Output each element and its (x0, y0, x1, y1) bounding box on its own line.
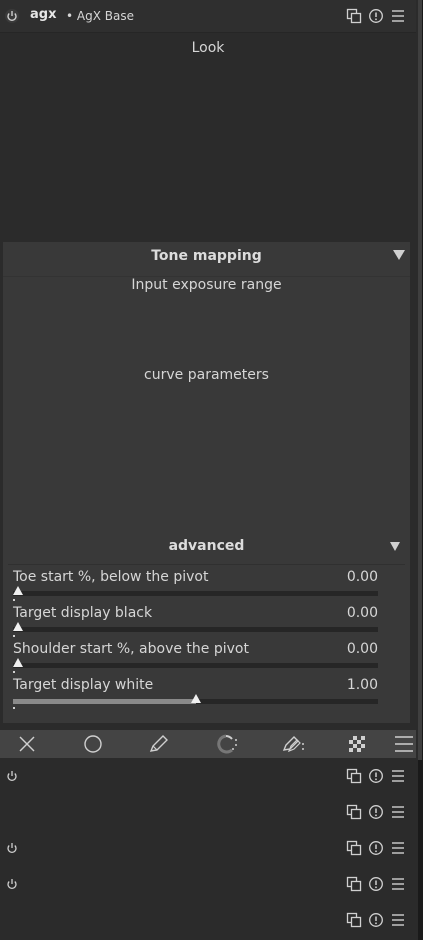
multi-instance-icon[interactable] (346, 840, 362, 856)
slider-default-marker (13, 671, 15, 673)
slider-default-marker (13, 707, 15, 709)
collapsed-module-row[interactable] (0, 758, 416, 794)
reset-icon[interactable] (368, 8, 384, 24)
slider-thumb[interactable] (13, 622, 23, 631)
presets-menu-icon[interactable] (390, 804, 406, 820)
circle-icon[interactable] (81, 734, 105, 754)
power-icon[interactable] (4, 876, 20, 892)
slider-thumb[interactable] (13, 658, 23, 667)
slider-fill (13, 699, 196, 704)
mask-toolbar (0, 730, 416, 758)
slider-label: Toe start %, below the pivot (13, 569, 209, 585)
collapsed-module-row[interactable] (0, 866, 416, 902)
power-icon[interactable] (4, 840, 20, 856)
slider-track[interactable] (13, 663, 378, 668)
collapsed-module-row[interactable] (0, 794, 416, 830)
presets-menu-icon[interactable] (390, 876, 406, 892)
slider-target-display-white[interactable]: Target display white 1.00 (13, 677, 378, 709)
row-icons (346, 768, 406, 784)
multi-instance-icon[interactable] (346, 804, 362, 820)
slider-value: 0.00 (346, 569, 378, 585)
presets-menu-icon[interactable] (390, 8, 406, 24)
slider-label: Shoulder start %, above the pivot (13, 641, 249, 657)
power-icon[interactable] (4, 8, 20, 24)
module-header[interactable]: agx • AgX Base (0, 0, 416, 33)
curve-parameters-label[interactable]: curve parameters (3, 367, 410, 383)
presets-menu-icon[interactable] (390, 768, 406, 784)
slider-shoulder-start[interactable]: Shoulder start %, above the pivot 0.00 (13, 641, 378, 673)
tone-mapping-title[interactable]: Tone mapping (3, 248, 410, 264)
multi-instance-icon[interactable] (346, 8, 362, 24)
reset-icon[interactable] (368, 876, 384, 892)
multi-instance-icon[interactable] (346, 768, 362, 784)
slider-value: 0.00 (346, 641, 378, 657)
row-icons (346, 804, 406, 820)
advanced-title[interactable]: advanced (3, 538, 410, 554)
slider-target-display-black[interactable]: Target display black 0.00 (13, 605, 378, 637)
checkerboard-icon[interactable] (345, 734, 369, 754)
slider-default-marker (13, 599, 15, 601)
advanced-collapse-arrow-icon[interactable] (390, 542, 400, 551)
module-name: agx (30, 7, 57, 22)
look-section-label[interactable]: Look (0, 40, 416, 56)
presets-menu-icon[interactable] (390, 840, 406, 856)
pencil-refine-icon[interactable] (281, 734, 305, 754)
header-icons (346, 8, 406, 24)
module-preset-label: • AgX Base (66, 9, 134, 23)
slider-thumb[interactable] (13, 586, 23, 595)
slider-label: Target display black (13, 605, 153, 621)
brush-refine-icon[interactable] (215, 734, 239, 754)
collapsed-module-row[interactable] (0, 830, 416, 866)
pencil-icon[interactable] (147, 734, 171, 754)
reset-icon[interactable] (368, 840, 384, 856)
multi-instance-icon[interactable] (346, 912, 362, 928)
multi-instance-icon[interactable] (346, 876, 362, 892)
slider-value: 0.00 (346, 605, 378, 621)
slider-track[interactable] (13, 627, 378, 632)
row-icons (346, 840, 406, 856)
tone-mapping-panel: Tone mapping Input exposure range curve … (3, 242, 410, 723)
collapsed-module-row[interactable] (0, 902, 416, 938)
divider (8, 564, 405, 565)
menu-icon[interactable] (392, 734, 416, 754)
row-icons (346, 876, 406, 892)
slider-thumb[interactable] (191, 694, 201, 703)
power-icon[interactable] (4, 768, 20, 784)
row-icons (346, 912, 406, 928)
slider-value: 1.00 (346, 677, 378, 693)
slider-label: Target display white (13, 677, 154, 693)
collapse-arrow-icon[interactable] (393, 250, 405, 260)
slider-toe-start[interactable]: Toe start %, below the pivot 0.00 (13, 569, 378, 601)
input-exposure-range-label[interactable]: Input exposure range (3, 277, 410, 293)
presets-menu-icon[interactable] (390, 912, 406, 928)
close-icon[interactable] (15, 734, 39, 754)
slider-default-marker (13, 635, 15, 637)
reset-icon[interactable] (368, 912, 384, 928)
reset-icon[interactable] (368, 804, 384, 820)
slider-track[interactable] (13, 591, 378, 596)
reset-icon[interactable] (368, 768, 384, 784)
scrollbar-thumb[interactable] (418, 0, 422, 760)
